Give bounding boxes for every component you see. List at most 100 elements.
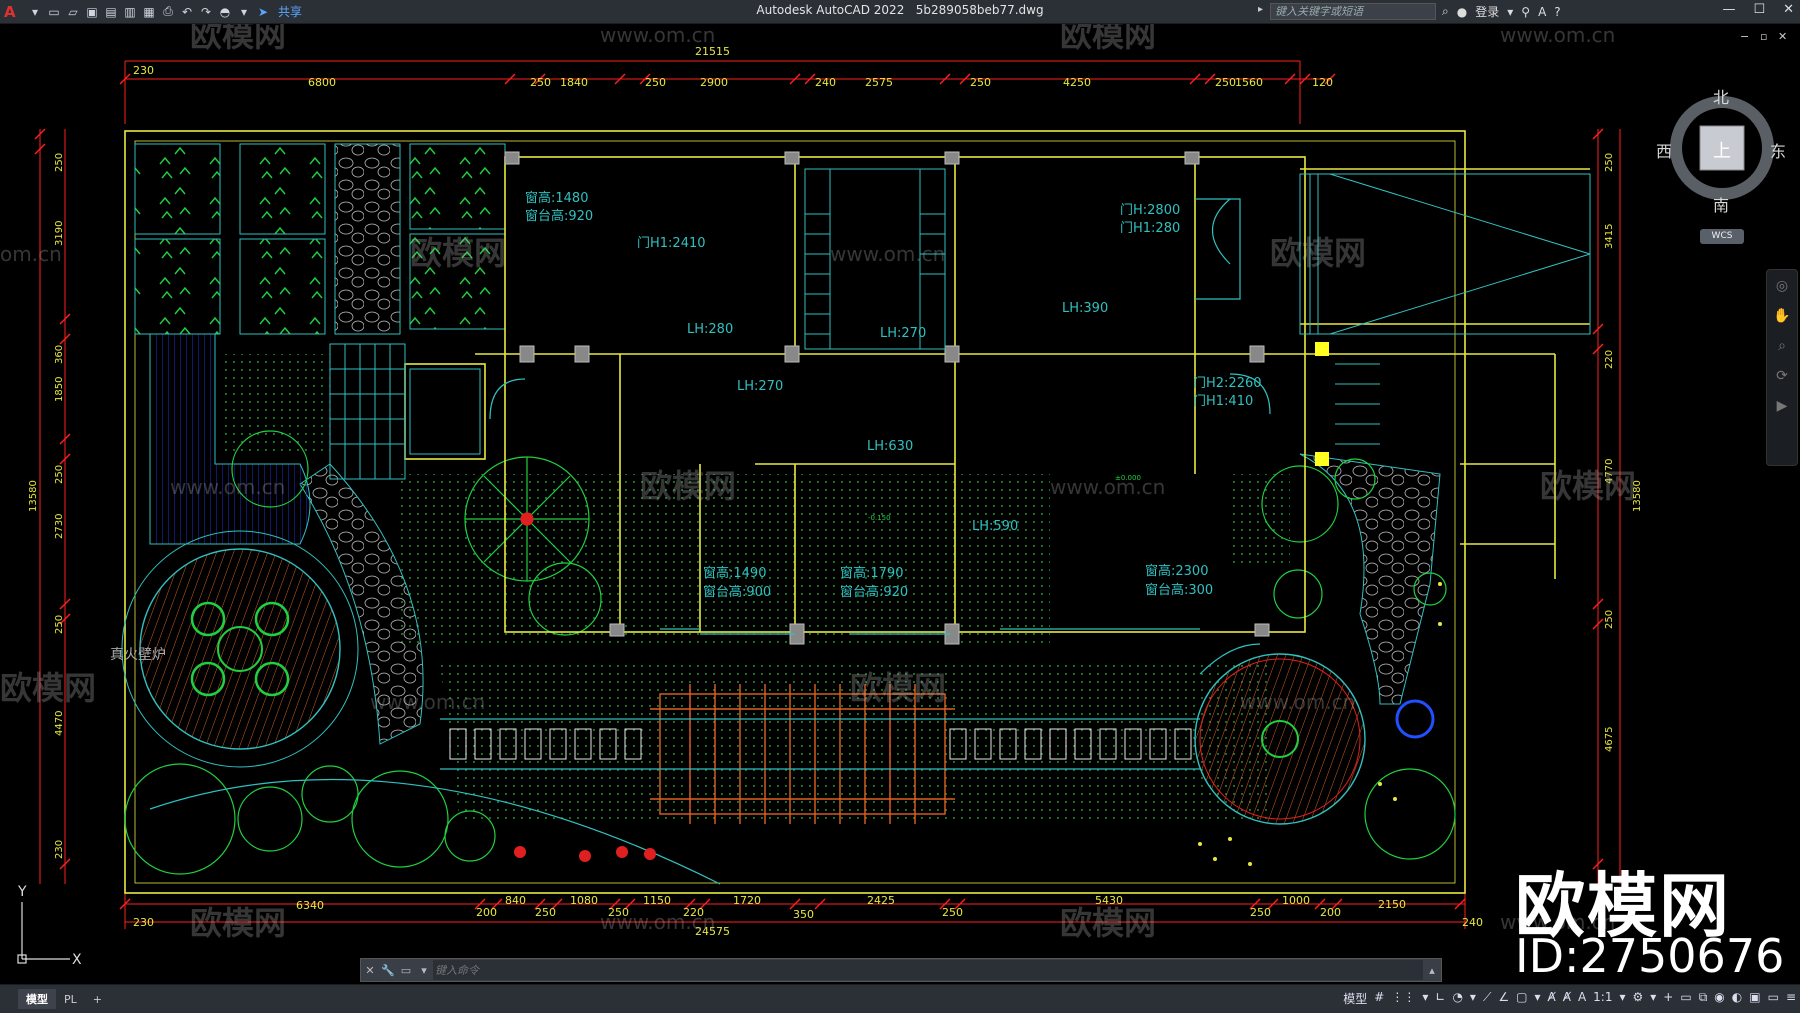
annotation-visibility-icon[interactable]: Ⱥ bbox=[1548, 990, 1556, 1007]
isometric-icon[interactable]: ⟋ bbox=[1483, 990, 1491, 1007]
undo-icon[interactable]: ↶ bbox=[179, 4, 195, 20]
command-scroll-icon[interactable]: ▴ bbox=[1423, 964, 1441, 977]
cart-icon[interactable]: ⚲ bbox=[1521, 5, 1530, 19]
viewcube-south[interactable]: 南 bbox=[1713, 192, 1729, 216]
dim-bottom-9: 1720 bbox=[733, 894, 761, 907]
customize-command-icon[interactable]: 🔧 bbox=[379, 964, 397, 977]
recent-chevron-icon[interactable]: ▾ bbox=[415, 964, 433, 977]
workspace-chevron-icon[interactable]: ▾ bbox=[1650, 990, 1656, 1007]
add-layout-button[interactable]: + bbox=[85, 991, 110, 1008]
login-chevron-icon[interactable]: ▾ bbox=[1507, 5, 1513, 19]
maximize-icon[interactable]: ☐ bbox=[1753, 2, 1765, 17]
share-send-icon[interactable]: ➤ bbox=[255, 4, 271, 20]
polar-icon[interactable]: ◔ bbox=[1452, 990, 1462, 1007]
lock-ui-icon[interactable]: ◉ bbox=[1714, 990, 1724, 1007]
title-bar: A ▾ ▭ ▱ ▣ ▤ ▥ ▦ ⎙ ↶ ↷ ◓ ▾ ➤ 共享 Autodesk … bbox=[0, 0, 1800, 24]
drawing-canvas[interactable]: − ▫ ✕ 21515 230 6800 250 1840 250 2900 2… bbox=[0, 24, 1800, 984]
share-button[interactable]: 共享 bbox=[278, 3, 302, 20]
object-snap-tracking-icon[interactable]: ∠ bbox=[1498, 990, 1509, 1007]
viewcube[interactable]: 北 南 东 西 上 bbox=[1656, 84, 1786, 215]
flower-beds bbox=[514, 846, 656, 862]
model-id: ID:2750676 bbox=[1515, 929, 1785, 983]
save-icon[interactable]: ▣ bbox=[84, 4, 100, 20]
app-menu-chevron-icon[interactable]: ▾ bbox=[27, 4, 43, 20]
workspace-icon[interactable]: ◓ bbox=[217, 4, 233, 20]
user-icon[interactable]: ● bbox=[1457, 5, 1467, 19]
polar-chevron-icon[interactable]: ▾ bbox=[1470, 990, 1476, 1007]
annotation-scale-icon[interactable]: A bbox=[1578, 990, 1586, 1007]
annotation-scale-value[interactable]: 1:1 bbox=[1593, 990, 1612, 1007]
ortho-icon[interactable]: ∟ bbox=[1435, 990, 1445, 1007]
dim-left-3: 1850 bbox=[54, 377, 65, 402]
customize-chevron-icon[interactable]: ▾ bbox=[236, 4, 252, 20]
pan-icon[interactable]: ✋ bbox=[1767, 308, 1797, 324]
scale-chevron-icon[interactable]: ▾ bbox=[1619, 990, 1625, 1007]
dim-right-4: 250 bbox=[1604, 610, 1615, 629]
close-command-icon[interactable]: ✕ bbox=[361, 964, 379, 977]
doc-close-icon[interactable]: ✕ bbox=[1778, 30, 1787, 43]
print-icon[interactable]: ⎙ bbox=[160, 4, 176, 20]
model-space-button[interactable]: 模型 bbox=[1343, 990, 1367, 1007]
workspace-gear-icon[interactable]: ⚙ bbox=[1633, 990, 1644, 1007]
search-input[interactable]: 键入关键字或短语 bbox=[1270, 3, 1436, 20]
zoom-icon[interactable]: ⌕ bbox=[1767, 338, 1797, 354]
annotation-monitor-icon[interactable]: + bbox=[1663, 990, 1673, 1007]
new-file-icon[interactable]: ▭ bbox=[46, 4, 62, 20]
isolate-objects-icon[interactable]: ◐ bbox=[1732, 990, 1742, 1007]
snap-chevron-icon[interactable]: ▾ bbox=[1422, 990, 1428, 1007]
dim-right-2: 220 bbox=[1604, 350, 1615, 369]
command-input[interactable] bbox=[433, 960, 1423, 980]
help-icon[interactable]: ? bbox=[1554, 5, 1560, 19]
object-snap-chevron-icon[interactable]: ▾ bbox=[1534, 990, 1540, 1007]
steering-wheel-icon[interactable]: ◎ bbox=[1767, 278, 1797, 294]
snap-icon[interactable]: ⋮⋮ bbox=[1391, 990, 1415, 1007]
units-icon[interactable]: ▭ bbox=[1680, 990, 1691, 1007]
window-controls: — ☐ ✕ bbox=[1722, 2, 1794, 17]
wm-url-4: om.cn bbox=[0, 242, 62, 266]
viewcube-west[interactable]: 西 bbox=[1656, 138, 1672, 162]
tab-model[interactable]: 模型 bbox=[18, 989, 56, 1009]
search-expand-icon[interactable]: ▸ bbox=[1258, 4, 1263, 15]
dim-top-7: 2575 bbox=[865, 76, 893, 89]
publish-icon[interactable]: ▦ bbox=[141, 4, 157, 20]
quick-properties-icon[interactable]: ⧉ bbox=[1699, 990, 1708, 1007]
dim-bottom-7: 1150 bbox=[643, 894, 671, 907]
search-icon[interactable]: ⌕ bbox=[1442, 4, 1449, 19]
showmotion-icon[interactable]: ▶ bbox=[1767, 398, 1797, 414]
label-8: LH:270 bbox=[737, 379, 783, 394]
open-folder-icon[interactable]: ▱ bbox=[65, 4, 81, 20]
graphics-performance-icon[interactable]: ▣ bbox=[1749, 990, 1760, 1007]
viewcube-north[interactable]: 北 bbox=[1713, 84, 1729, 108]
orbit-icon[interactable]: ⟳ bbox=[1767, 368, 1797, 384]
doc-minimize-icon[interactable]: − bbox=[1740, 30, 1749, 43]
plot-icon[interactable]: ▥ bbox=[122, 4, 138, 20]
wm-7: 欧模网 bbox=[0, 669, 96, 707]
autocad-logo-icon[interactable]: A bbox=[4, 3, 24, 21]
customization-menu-icon[interactable]: ≡ bbox=[1786, 990, 1796, 1007]
grid-icon[interactable]: # bbox=[1374, 990, 1384, 1007]
dim-top-12: 120 bbox=[1312, 76, 1333, 89]
auto-scale-icon[interactable]: Ⱥ bbox=[1563, 990, 1571, 1007]
recent-commands-icon[interactable]: ▭ bbox=[397, 964, 415, 977]
save-as-icon[interactable]: ▤ bbox=[103, 4, 119, 20]
wcs-menu[interactable]: WCS bbox=[1700, 229, 1744, 244]
autodesk-app-icon[interactable]: A bbox=[1538, 5, 1546, 19]
dim-top-8: 250 bbox=[970, 76, 991, 89]
layout-tabs: 模型 PL + bbox=[0, 989, 110, 1009]
wm-url-6: www.om.cn bbox=[1050, 475, 1165, 499]
redo-icon[interactable]: ↷ bbox=[198, 4, 214, 20]
object-snap-icon[interactable]: ▢ bbox=[1516, 990, 1527, 1007]
viewcube-top-face[interactable]: 上 bbox=[1713, 137, 1731, 163]
minimize-icon[interactable]: — bbox=[1722, 2, 1735, 17]
clean-screen-icon[interactable]: ▭ bbox=[1768, 990, 1779, 1007]
login-button[interactable]: 登录 bbox=[1475, 3, 1499, 20]
navigation-bar[interactable]: ◎ ✋ ⌕ ⟳ ▶ bbox=[1766, 269, 1798, 466]
wm-3: 欧模网 bbox=[410, 234, 506, 272]
close-icon[interactable]: ✕ bbox=[1783, 2, 1794, 17]
tab-layout[interactable]: PL bbox=[56, 991, 85, 1008]
doc-restore-icon[interactable]: ▫ bbox=[1760, 30, 1767, 43]
wm-url-8: www.om.cn bbox=[1240, 690, 1355, 714]
viewcube-east[interactable]: 东 bbox=[1770, 138, 1786, 162]
label-1: 窗台高:920 bbox=[525, 208, 593, 224]
dim-top-3: 1840 bbox=[560, 76, 588, 89]
